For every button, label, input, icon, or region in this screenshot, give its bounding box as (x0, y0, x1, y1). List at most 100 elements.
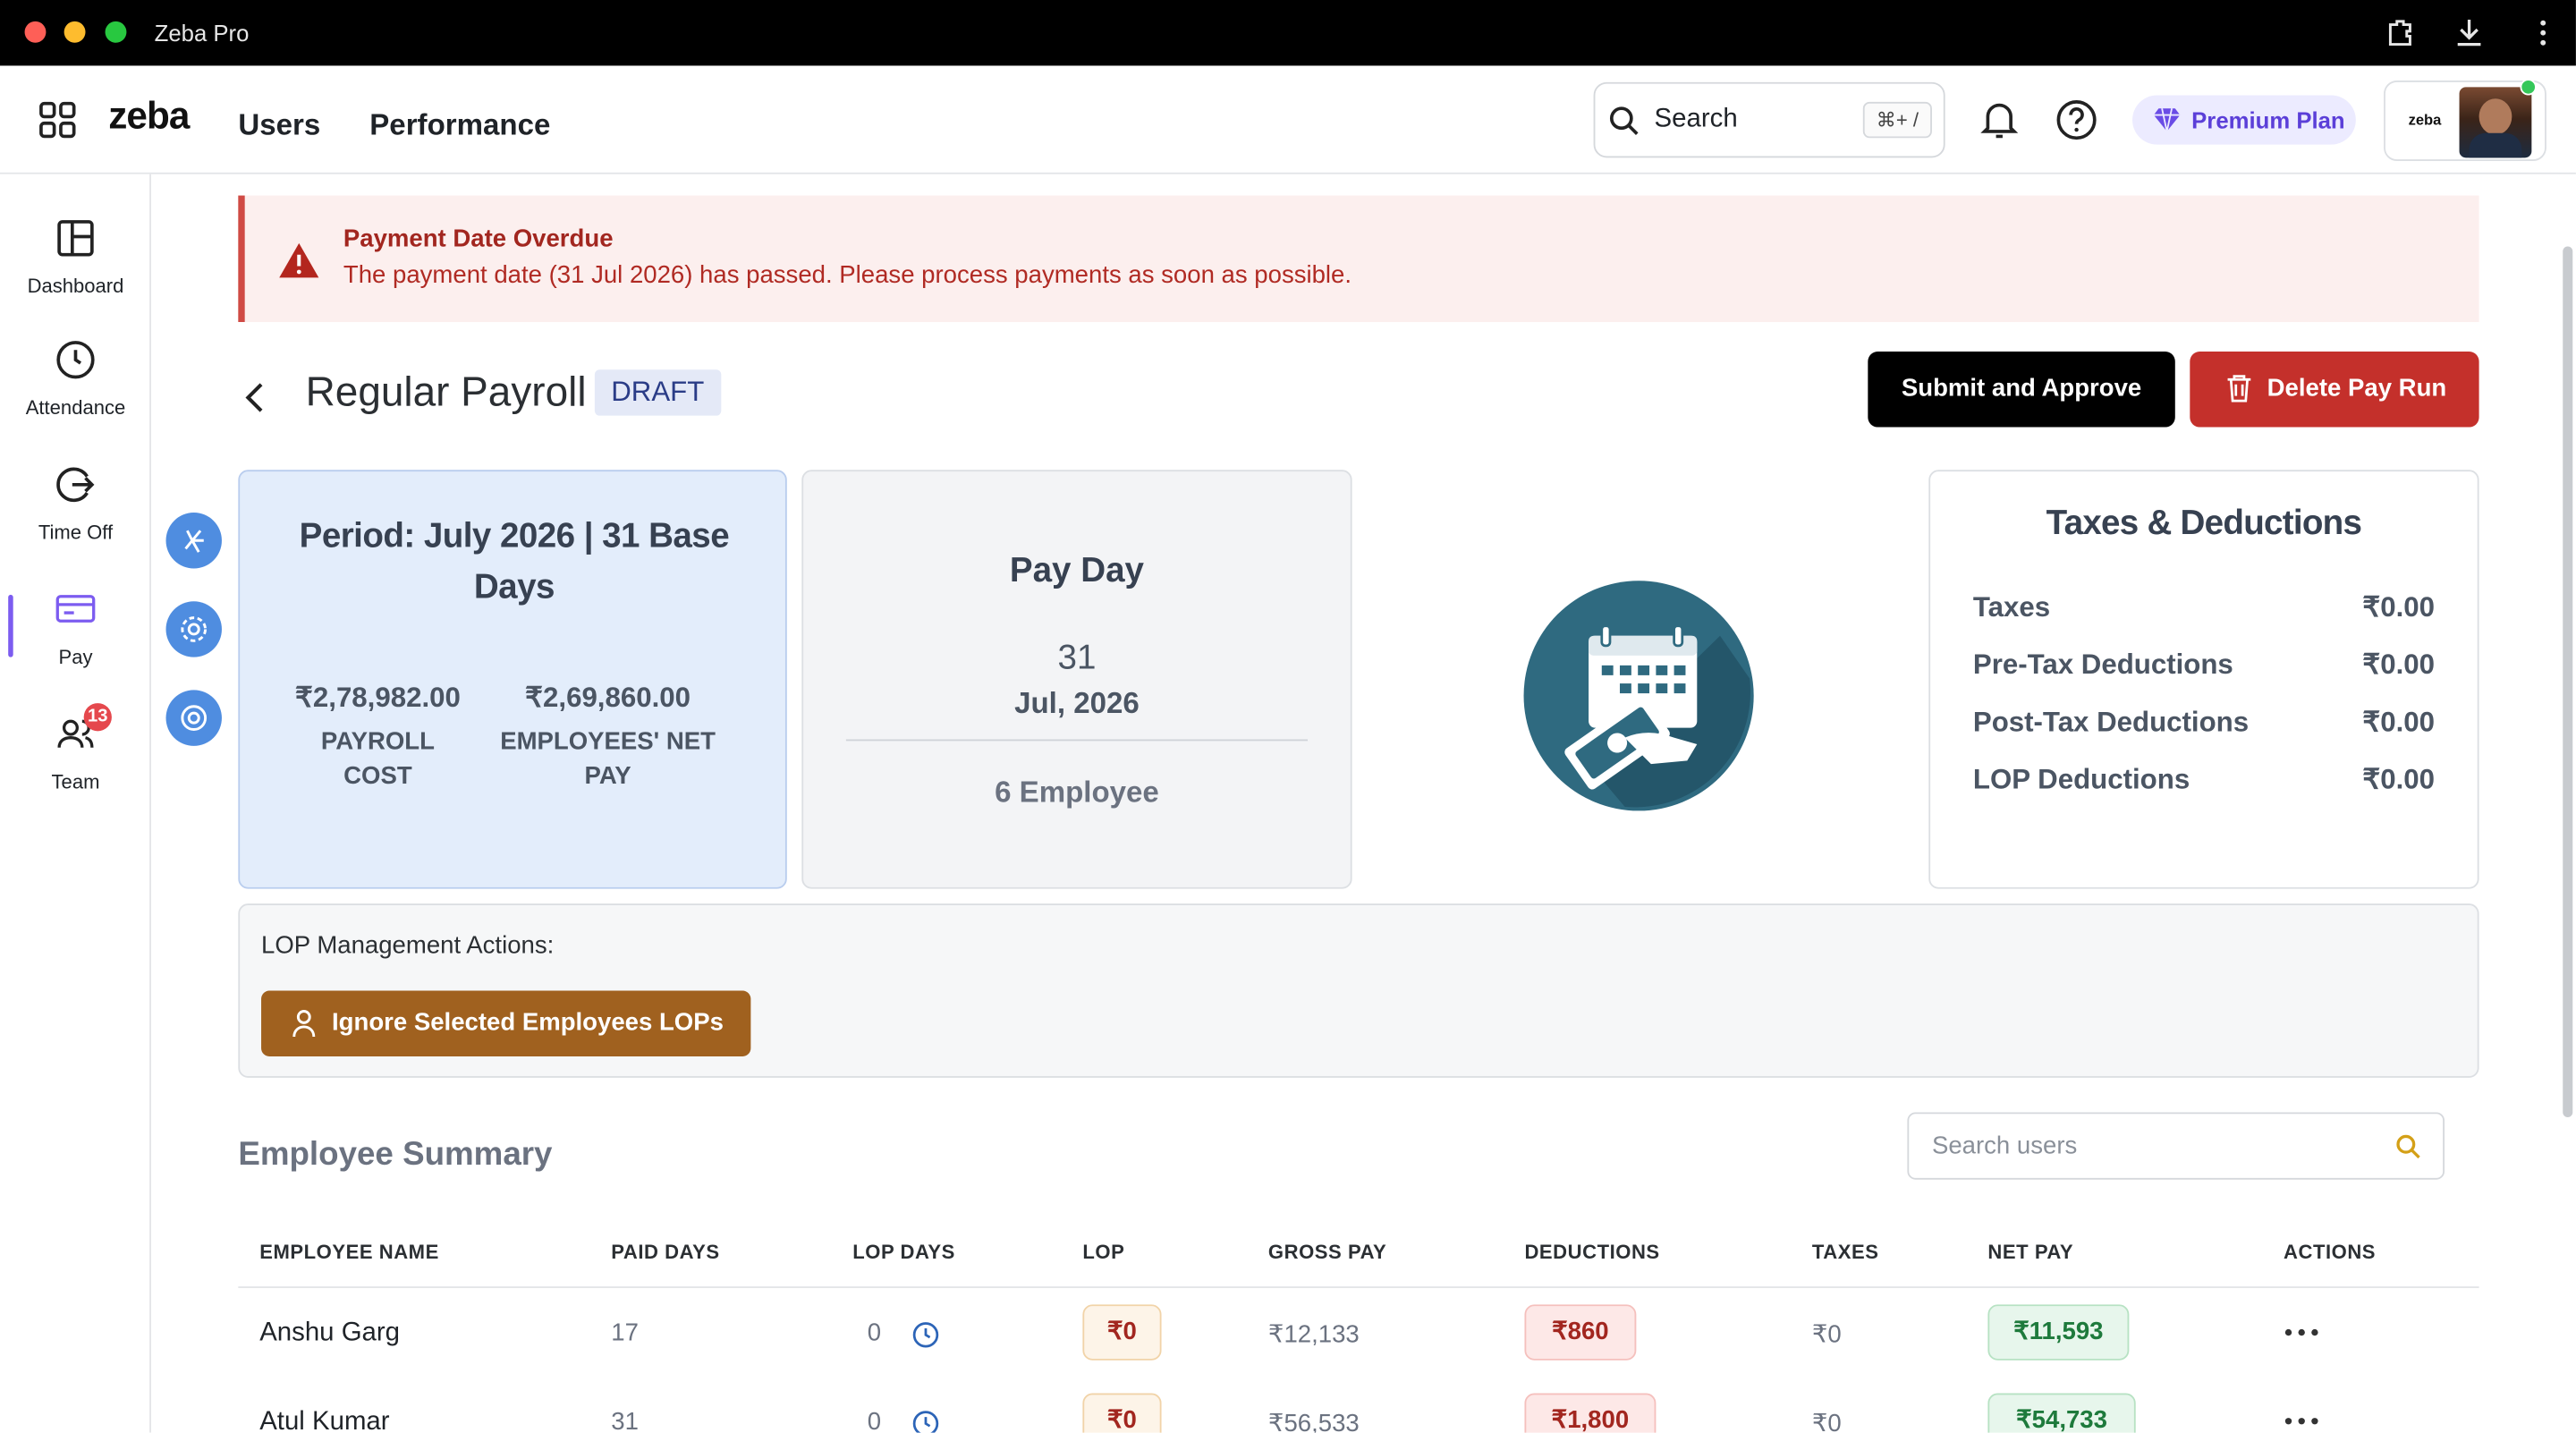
paid-days: 31 (611, 1408, 639, 1433)
taxes-card-title: Taxes & Deductions (2046, 504, 2362, 543)
sidebar: Dashboard Attendance Time Off Pay Team 1… (0, 174, 151, 1433)
pre-tax-deductions-value: ₹0.00 (2362, 649, 2435, 681)
page-scrollbar[interactable] (2563, 246, 2573, 1117)
employee-name[interactable]: Atul Kumar (259, 1408, 389, 1433)
payroll-cost-value: ₹2,78,982.00 (295, 682, 461, 714)
table-row: Atul Kumar 31 0 ₹0 ₹56,533 ₹1,800 ₹0 ₹54… (0, 1386, 2576, 1433)
sidebar-item-pay[interactable]: Pay (0, 589, 151, 669)
help-icon[interactable] (2055, 98, 2098, 141)
search-icon (2396, 1134, 2420, 1159)
bell-icon[interactable] (1979, 98, 2019, 141)
payday-calendar-money-icon (1523, 581, 1754, 811)
payroll-cost-label: PAYROLL COST (320, 727, 435, 791)
more-horizontal-icon[interactable] (2284, 1327, 2319, 1337)
ignore-lops-label: Ignore Selected Employees LOPs (332, 1008, 724, 1037)
card-icon (55, 595, 96, 623)
clock-icon[interactable] (911, 1321, 939, 1349)
payday-title: Pay Day (1009, 552, 1145, 590)
employee-name[interactable]: Anshu Garg (259, 1319, 400, 1349)
period-title: Period: July 2026 | 31 Base Days (299, 517, 730, 606)
dashboard-icon (57, 220, 94, 257)
avatar (2459, 87, 2532, 158)
deductions-badge: ₹1,800 (1524, 1393, 1657, 1433)
col-employee-name[interactable]: EMPLOYEE NAME (259, 1241, 439, 1264)
lop-management-panel: LOP Management Actions: Ignore Selected … (238, 903, 2479, 1078)
sidebar-item-team[interactable]: Team 13 (0, 703, 151, 793)
col-gross-pay[interactable]: GROSS PAY (1268, 1241, 1386, 1264)
premium-plan-button[interactable]: Premium Plan (2132, 95, 2356, 145)
delete-pay-run-label: Delete Pay Run (2267, 374, 2447, 403)
sparkle-icon (184, 530, 204, 553)
net-pay-badge: ₹54,733 (1987, 1393, 2136, 1433)
gross-pay: ₹56,533 (1267, 1409, 1360, 1433)
download-icon[interactable] (2453, 16, 2486, 49)
post-tax-deductions-label: Post-Tax Deductions (1972, 706, 2250, 738)
minimize-window-button[interactable] (64, 21, 86, 43)
back-arrow-icon[interactable] (240, 381, 269, 414)
trash-icon (2227, 375, 2251, 403)
search-users-placeholder: Search users (1931, 1132, 2078, 1160)
diamond-icon (2153, 108, 2181, 132)
maximize-window-button[interactable] (105, 21, 127, 43)
col-taxes[interactable]: TAXES (1812, 1241, 1879, 1264)
col-deductions[interactable]: DEDUCTIONS (1524, 1241, 1659, 1264)
taxes: ₹0 (1811, 1320, 1842, 1349)
settings-icon (181, 616, 208, 642)
col-paid-days[interactable]: PAID DAYS (611, 1241, 719, 1264)
col-lop[interactable]: LOP (1082, 1241, 1124, 1264)
sidebar-item-time-off[interactable]: Time Off (0, 463, 151, 544)
apps-grid-icon[interactable] (38, 100, 77, 140)
period-card: Period: July 2026 | 31 Base Days ₹2,78,9… (238, 470, 787, 889)
float-action-button-2[interactable] (165, 601, 222, 657)
ignore-lops-button[interactable]: Ignore Selected Employees LOPs (261, 990, 751, 1056)
window-title: Zeba Pro (154, 20, 250, 47)
sidebar-item-dashboard[interactable]: Dashboard (0, 216, 151, 297)
col-net-pay[interactable]: NET PAY (1987, 1241, 2073, 1264)
user-icon (292, 1010, 316, 1038)
paid-days: 17 (611, 1319, 639, 1348)
nav-performance-link[interactable]: Performance (369, 108, 550, 143)
pre-tax-deductions-label: Pre-Tax Deductions (1972, 649, 2233, 681)
lop-management-title: LOP Management Actions: (261, 931, 555, 960)
sidebar-item-label: Dashboard (27, 274, 124, 298)
payment-overdue-alert: Payment Date Overdue The payment date (3… (238, 195, 2479, 322)
delete-pay-run-button[interactable]: Delete Pay Run (2190, 352, 2479, 428)
float-action-button-1[interactable] (165, 513, 222, 569)
col-lop-days[interactable]: LOP DAYS (852, 1241, 955, 1264)
lop-deductions-label: LOP Deductions (1972, 764, 2190, 795)
extensions-icon[interactable] (2384, 16, 2417, 49)
sidebar-item-label: Attendance (25, 395, 126, 420)
window-titlebar: Zeba Pro (0, 0, 2576, 66)
payday-employees: 6 Employee (995, 775, 1159, 809)
lop-days: 0 (867, 1408, 882, 1433)
taxes-row-label: Taxes (1972, 591, 2051, 623)
zeba-logo[interactable]: zeba (108, 94, 190, 139)
payday-card: Pay Day 31 Jul, 2026 6 Employee (801, 470, 1352, 889)
warning-icon (279, 242, 319, 278)
clock-icon[interactable] (911, 1410, 939, 1433)
table-row: Anshu Garg 17 0 ₹0 ₹12,133 ₹860 ₹0 ₹11,5… (0, 1298, 2576, 1370)
close-window-button[interactable] (24, 21, 47, 43)
clock-icon (56, 341, 95, 379)
employee-summary-title: Employee Summary (238, 1136, 553, 1174)
online-status-dot (2520, 79, 2537, 96)
search-users-input[interactable]: Search users (1907, 1112, 2445, 1180)
taxes-deductions-card: Taxes & Deductions Taxes ₹0.00 Pre-Tax D… (1928, 470, 2479, 889)
payday-month-year: Jul, 2026 (1014, 686, 1140, 720)
payday-divider (845, 739, 1309, 742)
profile-menu[interactable]: zeba (2384, 79, 2546, 161)
premium-plan-label: Premium Plan (2191, 106, 2345, 133)
status-badge: DRAFT (594, 369, 721, 416)
float-action-button-3[interactable] (165, 690, 222, 746)
more-horizontal-icon[interactable] (2284, 1416, 2319, 1426)
sidebar-item-label: Pay (58, 645, 93, 669)
payday-day: 31 (1057, 639, 1097, 677)
submit-approve-button[interactable]: Submit and Approve (1868, 352, 2175, 428)
more-vertical-icon[interactable] (2527, 16, 2560, 49)
sidebar-item-label: Time Off (38, 521, 114, 544)
nav-users-link[interactable]: Users (238, 108, 320, 143)
deductions-badge: ₹860 (1524, 1304, 1637, 1361)
net-pay-label: EMPLOYEES' NET PAY (500, 727, 716, 791)
table-header-divider (238, 1286, 2479, 1288)
sidebar-item-attendance[interactable]: Attendance (0, 338, 151, 419)
